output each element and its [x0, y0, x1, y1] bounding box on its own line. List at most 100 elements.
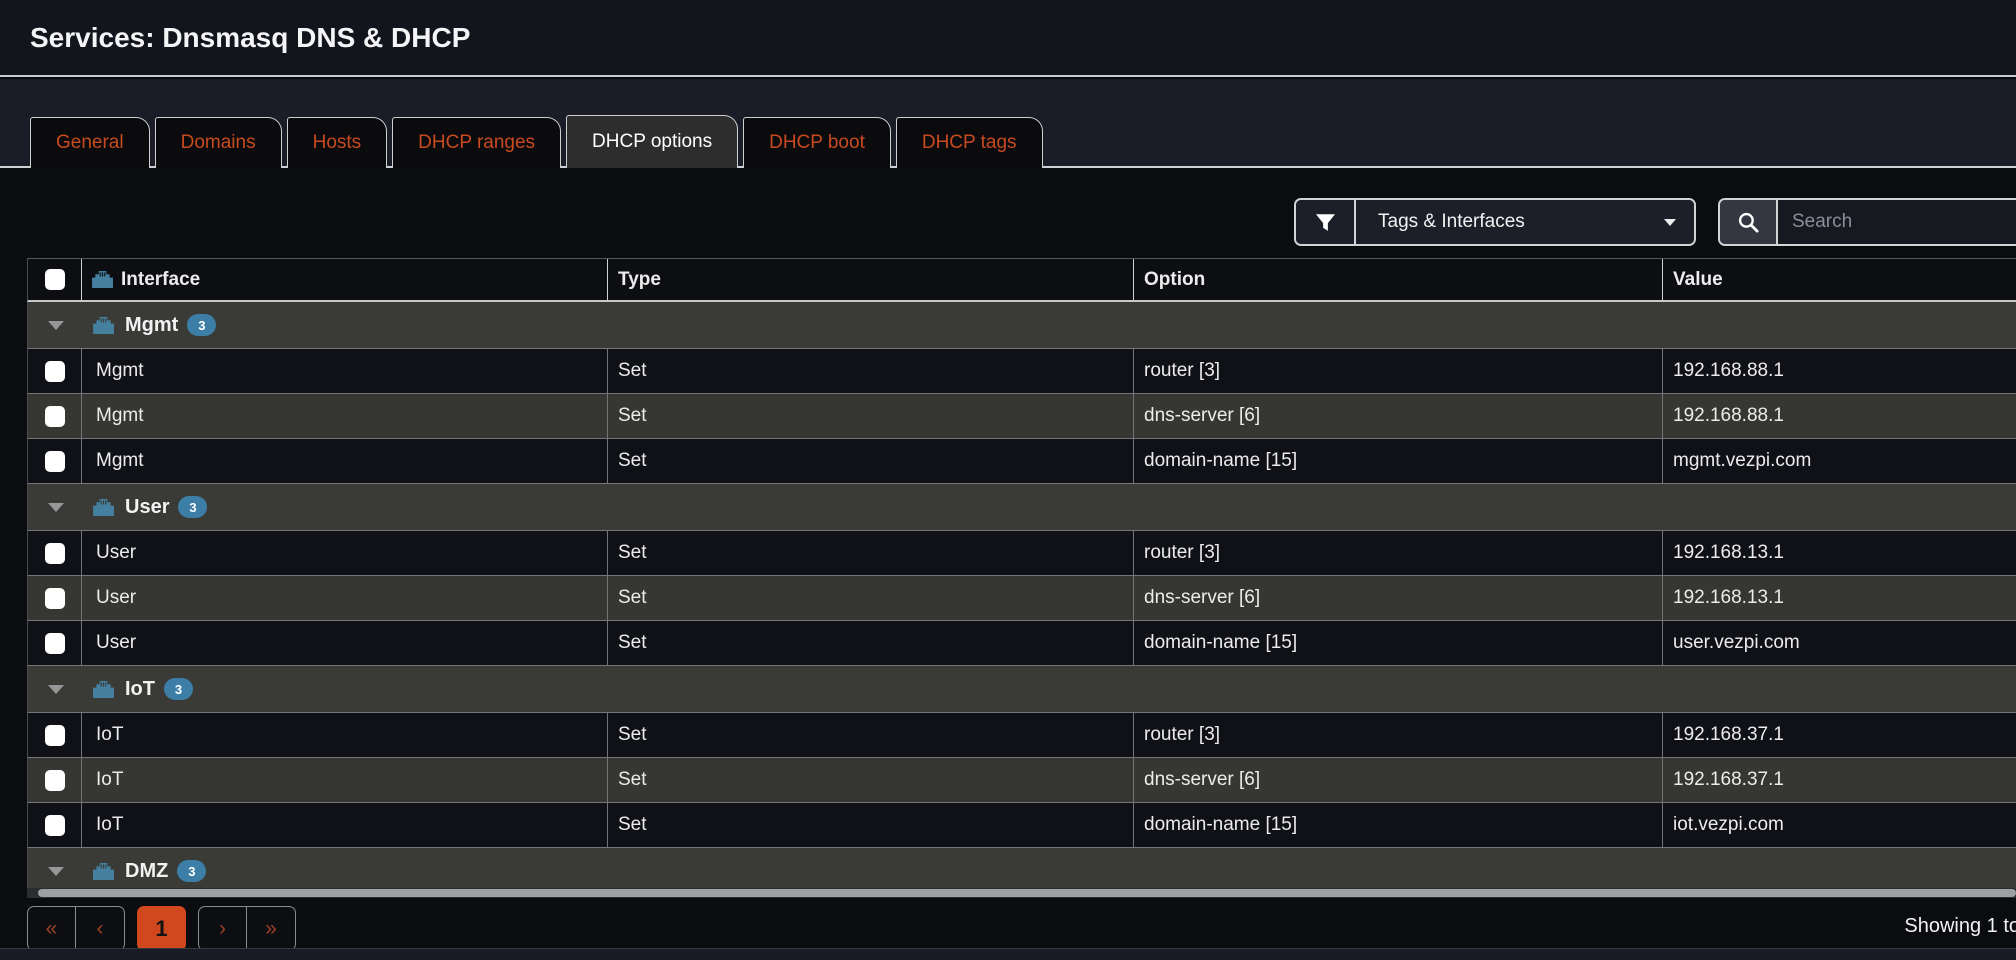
cell-interface: IoT [82, 713, 608, 757]
horizontal-scrollbar-track [27, 888, 2016, 898]
group-count-badge: 3 [177, 860, 206, 882]
search-input[interactable] [1778, 200, 2016, 244]
cell-option: router [3] [1134, 531, 1663, 575]
table-row: IoTSetrouter [3]192.168.37.1 [27, 713, 2016, 758]
row-checkbox-cell [28, 621, 82, 665]
cell-value: 192.168.13.1 [1663, 576, 2016, 620]
search-icon [1738, 212, 1759, 233]
group-name: User [125, 496, 169, 519]
tab-dhcp-boot[interactable]: DHCP boot [743, 117, 891, 168]
ethernet-icon [92, 316, 115, 335]
filter-dropdown[interactable]: Tags & Interfaces [1356, 200, 1694, 244]
page-title: Services: Dnsmasq DNS & DHCP [30, 22, 470, 54]
row-checkbox[interactable] [45, 406, 65, 427]
cell-type: Set [608, 803, 1134, 847]
row-checkbox[interactable] [45, 361, 65, 382]
cell-value: 192.168.88.1 [1663, 349, 2016, 393]
pagination-next-button[interactable]: › [198, 906, 247, 951]
column-header-value[interactable]: Value [1663, 259, 2016, 300]
column-header-interface[interactable]: Interface [82, 259, 608, 300]
tab-domains[interactable]: Domains [155, 117, 282, 168]
table-row: UserSetdomain-name [15]user.vezpi.com [27, 621, 2016, 666]
table-row: UserSetdns-server [6]192.168.13.1 [27, 576, 2016, 621]
row-checkbox-cell [28, 349, 82, 393]
row-checkbox[interactable] [45, 633, 65, 654]
page-bottom-band [0, 948, 2016, 960]
ethernet-icon [92, 862, 115, 881]
group-row-mgmt[interactable]: Mgmt3 [27, 302, 2016, 349]
tab-bar: GeneralDomainsHostsDHCP rangesDHCP optio… [0, 79, 2016, 168]
funnel-icon [1316, 214, 1335, 231]
search-button[interactable] [1720, 200, 1778, 244]
content-panel: Tags & Interfaces [0, 168, 2016, 948]
column-label-value: Value [1673, 269, 1723, 291]
row-checkbox[interactable] [45, 770, 65, 791]
showing-entries-text: Showing 1 to [1904, 915, 2016, 938]
group-count-badge: 3 [187, 314, 216, 336]
group-row-user[interactable]: User3 [27, 484, 2016, 531]
table-row: IoTSetdns-server [6]192.168.37.1 [27, 758, 2016, 803]
cell-interface: IoT [82, 758, 608, 802]
cell-value: user.vezpi.com [1663, 621, 2016, 665]
horizontal-scrollbar-thumb[interactable] [38, 889, 2016, 897]
column-header-type[interactable]: Type [608, 259, 1134, 300]
cell-type: Set [608, 576, 1134, 620]
cell-option: domain-name [15] [1134, 621, 1663, 665]
pagination: « ‹ 1 › » [27, 906, 296, 951]
pagination-last-button[interactable]: » [247, 906, 296, 951]
table-row: UserSetrouter [3]192.168.13.1 [27, 531, 2016, 576]
column-label-option: Option [1144, 269, 1205, 291]
tab-dhcp-tags[interactable]: DHCP tags [896, 117, 1043, 168]
cell-option: dns-server [6] [1134, 758, 1663, 802]
tab-dhcp-ranges[interactable]: DHCP ranges [392, 117, 561, 168]
tab-general[interactable]: General [30, 117, 150, 168]
select-all-checkbox[interactable] [45, 269, 65, 290]
cell-value: 192.168.37.1 [1663, 758, 2016, 802]
row-checkbox-cell [28, 803, 82, 847]
row-checkbox[interactable] [45, 815, 65, 836]
pagination-page-1-button[interactable]: 1 [137, 906, 186, 951]
row-checkbox[interactable] [45, 588, 65, 609]
filter-button[interactable] [1296, 200, 1356, 244]
row-checkbox[interactable] [45, 725, 65, 746]
search-group [1718, 198, 2016, 246]
row-checkbox[interactable] [45, 543, 65, 564]
cell-interface: Mgmt [82, 439, 608, 483]
ethernet-icon [92, 680, 115, 699]
collapse-caret-icon[interactable] [48, 503, 64, 512]
cell-value: 192.168.37.1 [1663, 713, 2016, 757]
table-body: Mgmt3MgmtSetrouter [3]192.168.88.1MgmtSe… [27, 302, 2016, 888]
cell-interface: IoT [82, 803, 608, 847]
column-header-option[interactable]: Option [1134, 259, 1663, 300]
row-checkbox-cell [28, 394, 82, 438]
collapse-caret-icon[interactable] [48, 321, 64, 330]
table-header-row: Interface Type Option Value [27, 258, 2016, 302]
group-name: DMZ [125, 860, 168, 883]
column-label-type: Type [618, 269, 661, 291]
tab-hosts[interactable]: Hosts [287, 117, 388, 168]
cell-type: Set [608, 439, 1134, 483]
page-header: Services: Dnsmasq DNS & DHCP [0, 0, 2016, 77]
pagination-prev-button[interactable]: ‹ [76, 906, 125, 951]
table-row: MgmtSetrouter [3]192.168.88.1 [27, 349, 2016, 394]
chevron-down-icon [1664, 219, 1676, 226]
cell-type: Set [608, 621, 1134, 665]
cell-interface: User [82, 531, 608, 575]
cell-option: domain-name [15] [1134, 803, 1663, 847]
pagination-first-button[interactable]: « [27, 906, 76, 951]
tab-dhcp-options[interactable]: DHCP options [566, 115, 738, 168]
cell-value: iot.vezpi.com [1663, 803, 2016, 847]
row-checkbox-cell [28, 713, 82, 757]
cell-interface: User [82, 621, 608, 665]
group-row-iot[interactable]: IoT3 [27, 666, 2016, 713]
row-checkbox-cell [28, 439, 82, 483]
cell-type: Set [608, 349, 1134, 393]
table-row: MgmtSetdns-server [6]192.168.88.1 [27, 394, 2016, 439]
table-row: MgmtSetdomain-name [15]mgmt.vezpi.com [27, 439, 2016, 484]
cell-type: Set [608, 394, 1134, 438]
cell-type: Set [608, 713, 1134, 757]
collapse-caret-icon[interactable] [48, 685, 64, 694]
collapse-caret-icon[interactable] [48, 867, 64, 876]
group-row-dmz[interactable]: DMZ 3 [27, 848, 2016, 888]
row-checkbox[interactable] [45, 451, 65, 472]
